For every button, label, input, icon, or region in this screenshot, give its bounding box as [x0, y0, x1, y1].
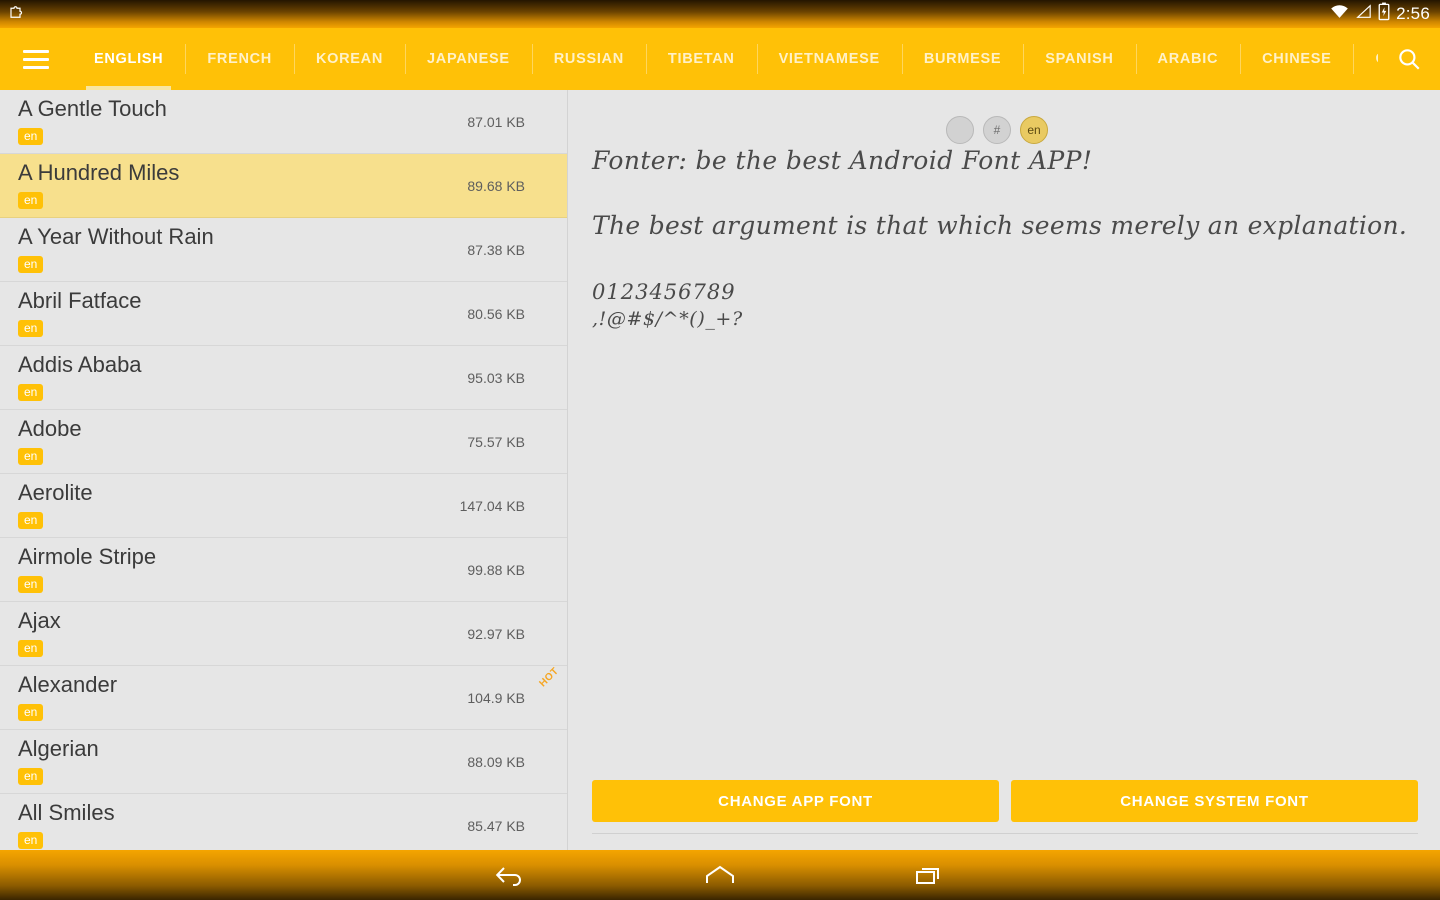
- font-name: Adobe: [18, 416, 82, 441]
- font-list-item[interactable]: Alexander en 104.9 KB HOT: [0, 666, 567, 730]
- font-list-item[interactable]: Aerolite en 147.04 KB: [0, 474, 567, 538]
- font-name: Algerian: [18, 736, 99, 761]
- app-toolbar: ENGLISH FRENCH KOREAN JAPANESE RUSSIAN TIBETA…: [0, 28, 1440, 90]
- font-language-badge: en: [18, 384, 44, 401]
- font-name: Alexander: [18, 672, 118, 697]
- font-file-size: 92.97 KB: [467, 626, 525, 642]
- font-file-size: 88.09 KB: [467, 754, 525, 770]
- preview-line-symbols: ,!@#$/^*()_+?: [592, 308, 743, 330]
- font-list-item[interactable]: A Year Without Rain en 87.38 KB: [0, 218, 567, 282]
- change-app-font-button[interactable]: CHANGE APP FONT: [592, 780, 999, 822]
- font-language-badge: en: [18, 576, 44, 593]
- tab-arabic[interactable]: ARABIC: [1135, 28, 1241, 90]
- tab-korean[interactable]: KOREAN: [293, 28, 405, 90]
- font-file-size: 147.04 KB: [459, 498, 525, 514]
- font-list-item[interactable]: Ajax en 92.97 KB: [0, 602, 567, 666]
- font-file-size: 87.01 KB: [467, 114, 525, 130]
- font-language-badge: en: [18, 640, 44, 657]
- preview-toggle-blank[interactable]: [946, 116, 974, 144]
- font-preview-panel: # en Fonter: be the best Android Font APP…: [568, 90, 1440, 850]
- tab-english[interactable]: ENGLISH: [72, 28, 185, 90]
- font-language-badge: en: [18, 448, 44, 465]
- tab-spanish[interactable]: SPANISH: [1023, 28, 1135, 90]
- font-language-badge: en: [18, 256, 44, 273]
- home-icon[interactable]: [685, 853, 755, 897]
- preview-line-1: Fonter: be the best Android Font APP!: [592, 146, 1093, 175]
- font-language-badge: en: [18, 128, 44, 145]
- font-file-size: 99.88 KB: [467, 562, 525, 578]
- font-list-item[interactable]: Airmole Stripe en 99.88 KB: [0, 538, 567, 602]
- back-icon[interactable]: [475, 853, 545, 897]
- signal-icon: [1355, 4, 1372, 24]
- font-file-size: 85.47 KB: [467, 818, 525, 834]
- font-name: A Year Without Rain: [18, 224, 214, 249]
- font-file-size: 89.68 KB: [467, 178, 525, 194]
- status-bar-notifications: [0, 3, 26, 26]
- font-list-item[interactable]: Addis Ababa en 95.03 KB: [0, 346, 567, 410]
- android-navigation-bar: [0, 850, 1440, 900]
- font-file-size: 95.03 KB: [467, 370, 525, 386]
- wifi-icon: [1330, 4, 1349, 24]
- status-bar-clock: 2:56: [1396, 4, 1430, 23]
- font-name: A Gentle Touch: [18, 96, 167, 121]
- font-name: Abril Fatface: [18, 288, 142, 313]
- preview-divider: [592, 833, 1418, 834]
- font-language-badge: en: [18, 832, 44, 849]
- font-file-size: 75.57 KB: [467, 434, 525, 450]
- tab-french[interactable]: FRENCH: [185, 28, 294, 90]
- tab-japanese[interactable]: JAPANESE: [405, 28, 532, 90]
- font-list-item[interactable]: Algerian en 88.09 KB: [0, 730, 567, 794]
- font-language-badge: en: [18, 512, 44, 529]
- recents-icon[interactable]: [895, 853, 965, 897]
- main-content: A Gentle Touch en 87.01 KB A Hundred Miles e…: [0, 90, 1440, 850]
- tab-russian[interactable]: RUSSIAN: [531, 28, 646, 90]
- font-language-badge: en: [18, 192, 44, 209]
- tab-chine[interactable]: CHINE: [1353, 28, 1378, 90]
- change-system-font-button[interactable]: CHANGE SYSTEM FONT: [1011, 780, 1418, 822]
- font-name: Airmole Stripe: [18, 544, 157, 569]
- preview-toggle-english[interactable]: en: [1020, 116, 1048, 144]
- preview-action-buttons: CHANGE APP FONT CHANGE SYSTEM FONT: [592, 780, 1418, 822]
- puzzle-piece-icon: [8, 3, 26, 26]
- font-list-item[interactable]: A Gentle Touch en 87.01 KB: [0, 90, 567, 154]
- font-list-item[interactable]: A Hundred Miles en 89.68 KB: [0, 154, 567, 218]
- font-name: All Smiles: [18, 800, 115, 825]
- battery-charging-icon: [1378, 2, 1390, 26]
- tab-chinese[interactable]: CHINESE: [1240, 28, 1353, 90]
- font-list-item[interactable]: Adobe en 75.57 KB: [0, 410, 567, 474]
- font-language-badge: en: [18, 704, 44, 721]
- font-file-size: 104.9 KB: [467, 690, 525, 706]
- font-name: Ajax: [18, 608, 61, 633]
- status-bar: 2:56: [0, 0, 1440, 28]
- search-icon[interactable]: [1378, 28, 1440, 90]
- preview-toggle-group: # en: [946, 116, 1048, 144]
- tab-tibetan[interactable]: TIBETAN: [645, 28, 757, 90]
- font-file-size: 80.56 KB: [467, 306, 525, 322]
- font-name: Aerolite: [18, 480, 93, 505]
- font-list[interactable]: A Gentle Touch en 87.01 KB A Hundred Miles e…: [0, 90, 568, 850]
- preview-toggle-symbols[interactable]: #: [983, 116, 1011, 144]
- font-language-badge: en: [18, 768, 44, 785]
- font-name: Addis Ababa: [18, 352, 142, 377]
- font-file-size: 87.38 KB: [467, 242, 525, 258]
- tab-burmese[interactable]: BURMESE: [901, 28, 1023, 90]
- android-app-window: 2:56 ENGLISH FRENCH KOREAN JAPANESE RUSSIAN T…: [0, 0, 1440, 900]
- preview-line-numbers: 0123456789: [592, 280, 736, 304]
- status-bar-system-icons: 2:56: [1330, 2, 1440, 26]
- tab-vietnamese[interactable]: VIETNAMESE: [756, 28, 902, 90]
- font-list-item[interactable]: Abril Fatface en 80.56 KB: [0, 282, 567, 346]
- font-name: A Hundred Miles: [18, 160, 180, 185]
- preview-line-2: The best argument is that which seems me…: [592, 211, 1408, 240]
- hot-badge: HOT: [537, 665, 562, 690]
- hamburger-menu-icon[interactable]: [0, 28, 72, 90]
- language-tab-bar: ENGLISH FRENCH KOREAN JAPANESE RUSSIAN TIBETA…: [72, 28, 1378, 90]
- font-language-badge: en: [18, 320, 44, 337]
- font-list-item[interactable]: All Smiles en 85.47 KB: [0, 794, 567, 850]
